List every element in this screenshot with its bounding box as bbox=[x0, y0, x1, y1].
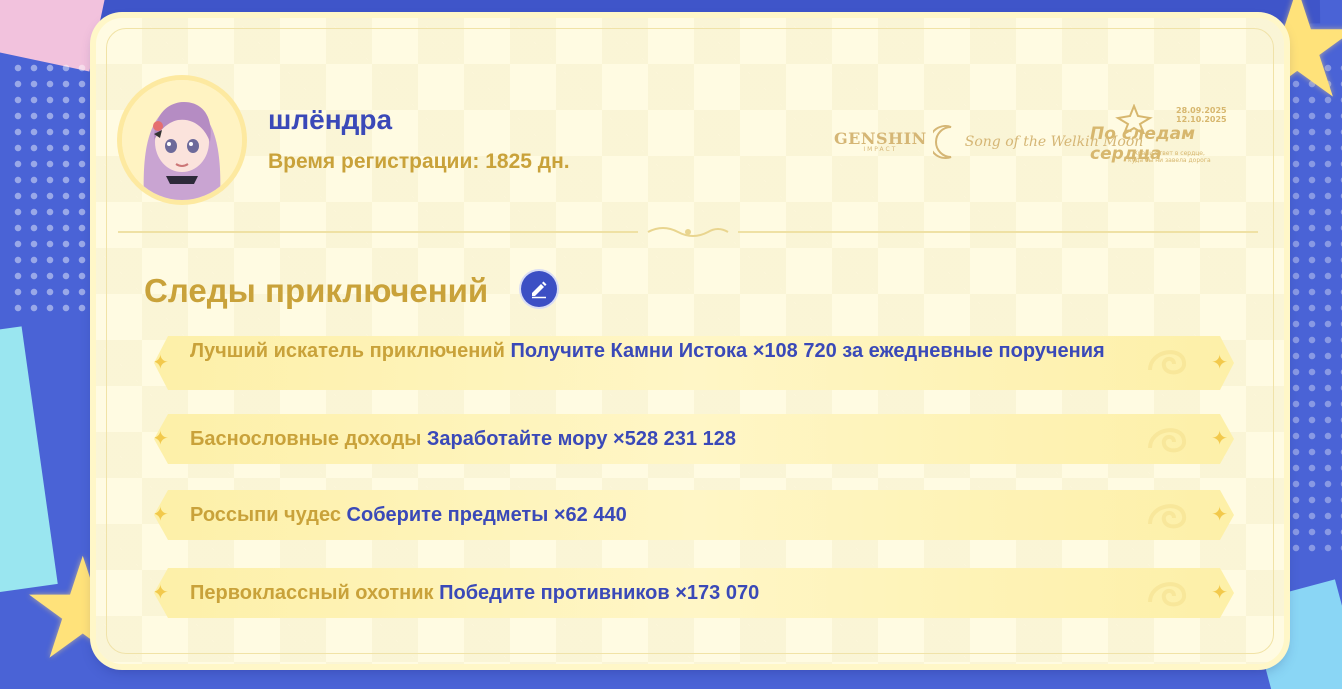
event-logo: 28.09.2025 12.10.2025 По следам сердца Х… bbox=[1090, 104, 1260, 176]
edit-button[interactable] bbox=[521, 271, 557, 307]
sparkle-icon: ✦ bbox=[1211, 350, 1228, 374]
achievement-text: Россыпи чудес Соберите предметы ×62 440 bbox=[190, 502, 1174, 528]
achievement-desc: Заработайте мору ×528 231 128 bbox=[426, 428, 736, 450]
ornament-divider bbox=[118, 227, 1258, 237]
achievement-desc: Победите противников ×173 070 bbox=[439, 582, 760, 604]
sparkle-icon: ✦ bbox=[1211, 580, 1228, 604]
achievement-desc: Соберите предметы ×62 440 bbox=[346, 504, 627, 526]
event-date-end: 12.10.2025 bbox=[1176, 115, 1227, 124]
event-slogan-line: куда бы ни завела дорога bbox=[1128, 157, 1211, 164]
registration-time: Время регистрации: 1825 дн. bbox=[268, 150, 570, 173]
event-date-start: 28.09.2025 bbox=[1176, 106, 1227, 115]
achievement-row: ✦ Баснословные доходы Заработайте мору ×… bbox=[154, 414, 1234, 464]
achievement-text: Первоклассный охотник Победите противник… bbox=[190, 580, 1174, 606]
sparkle-icon: ✦ bbox=[1211, 426, 1228, 450]
achievement-name: Россыпи чудес bbox=[190, 504, 341, 526]
achievement-row: ✦ Россыпи чудес Соберите предметы ×62 44… bbox=[154, 490, 1234, 540]
event-dates: 28.09.2025 12.10.2025 bbox=[1176, 106, 1227, 124]
crescent-moon-icon bbox=[932, 125, 952, 159]
genshin-logo-text: GENSHIN bbox=[834, 129, 927, 148]
avatar[interactable] bbox=[122, 80, 242, 200]
profile-card: шлёндра Время регистрации: 1825 дн. GENS… bbox=[96, 18, 1284, 664]
swirl-deco-icon bbox=[1142, 572, 1194, 616]
achievement-text: Лучший искатель приключений Получите Кам… bbox=[190, 338, 1174, 364]
avatar-portrait-icon bbox=[122, 80, 242, 200]
achievement-row: ✦ Первоклассный охотник Победите противн… bbox=[154, 568, 1234, 618]
achievement-name: Первоклассный охотник bbox=[190, 582, 434, 604]
swirl-deco-icon bbox=[1142, 340, 1194, 384]
swirl-deco-icon bbox=[1142, 494, 1194, 538]
event-slogan: Храни ответ в сердце, куда бы ни завела … bbox=[1128, 150, 1211, 164]
event-slogan-line: Храни ответ в сердце, bbox=[1133, 150, 1205, 157]
achievement-desc: Получите Камни Истока ×108 720 за ежедне… bbox=[510, 340, 1105, 362]
achievement-row: ✦ Лучший искатель приключений Получите К… bbox=[154, 336, 1234, 390]
genshin-logo-sub: IMPACT bbox=[863, 146, 898, 153]
pencil-icon bbox=[532, 281, 547, 299]
achievement-text: Баснословные доходы Заработайте мору ×52… bbox=[190, 426, 1174, 452]
username: шлёндра bbox=[268, 104, 393, 135]
sparkle-icon: ✦ bbox=[1211, 502, 1228, 526]
swirl-deco-icon bbox=[1142, 418, 1194, 462]
achievement-name: Лучший искатель приключений bbox=[190, 340, 505, 362]
achievement-name: Баснословные доходы bbox=[190, 428, 422, 450]
section-title: Следы приключений bbox=[144, 272, 489, 309]
